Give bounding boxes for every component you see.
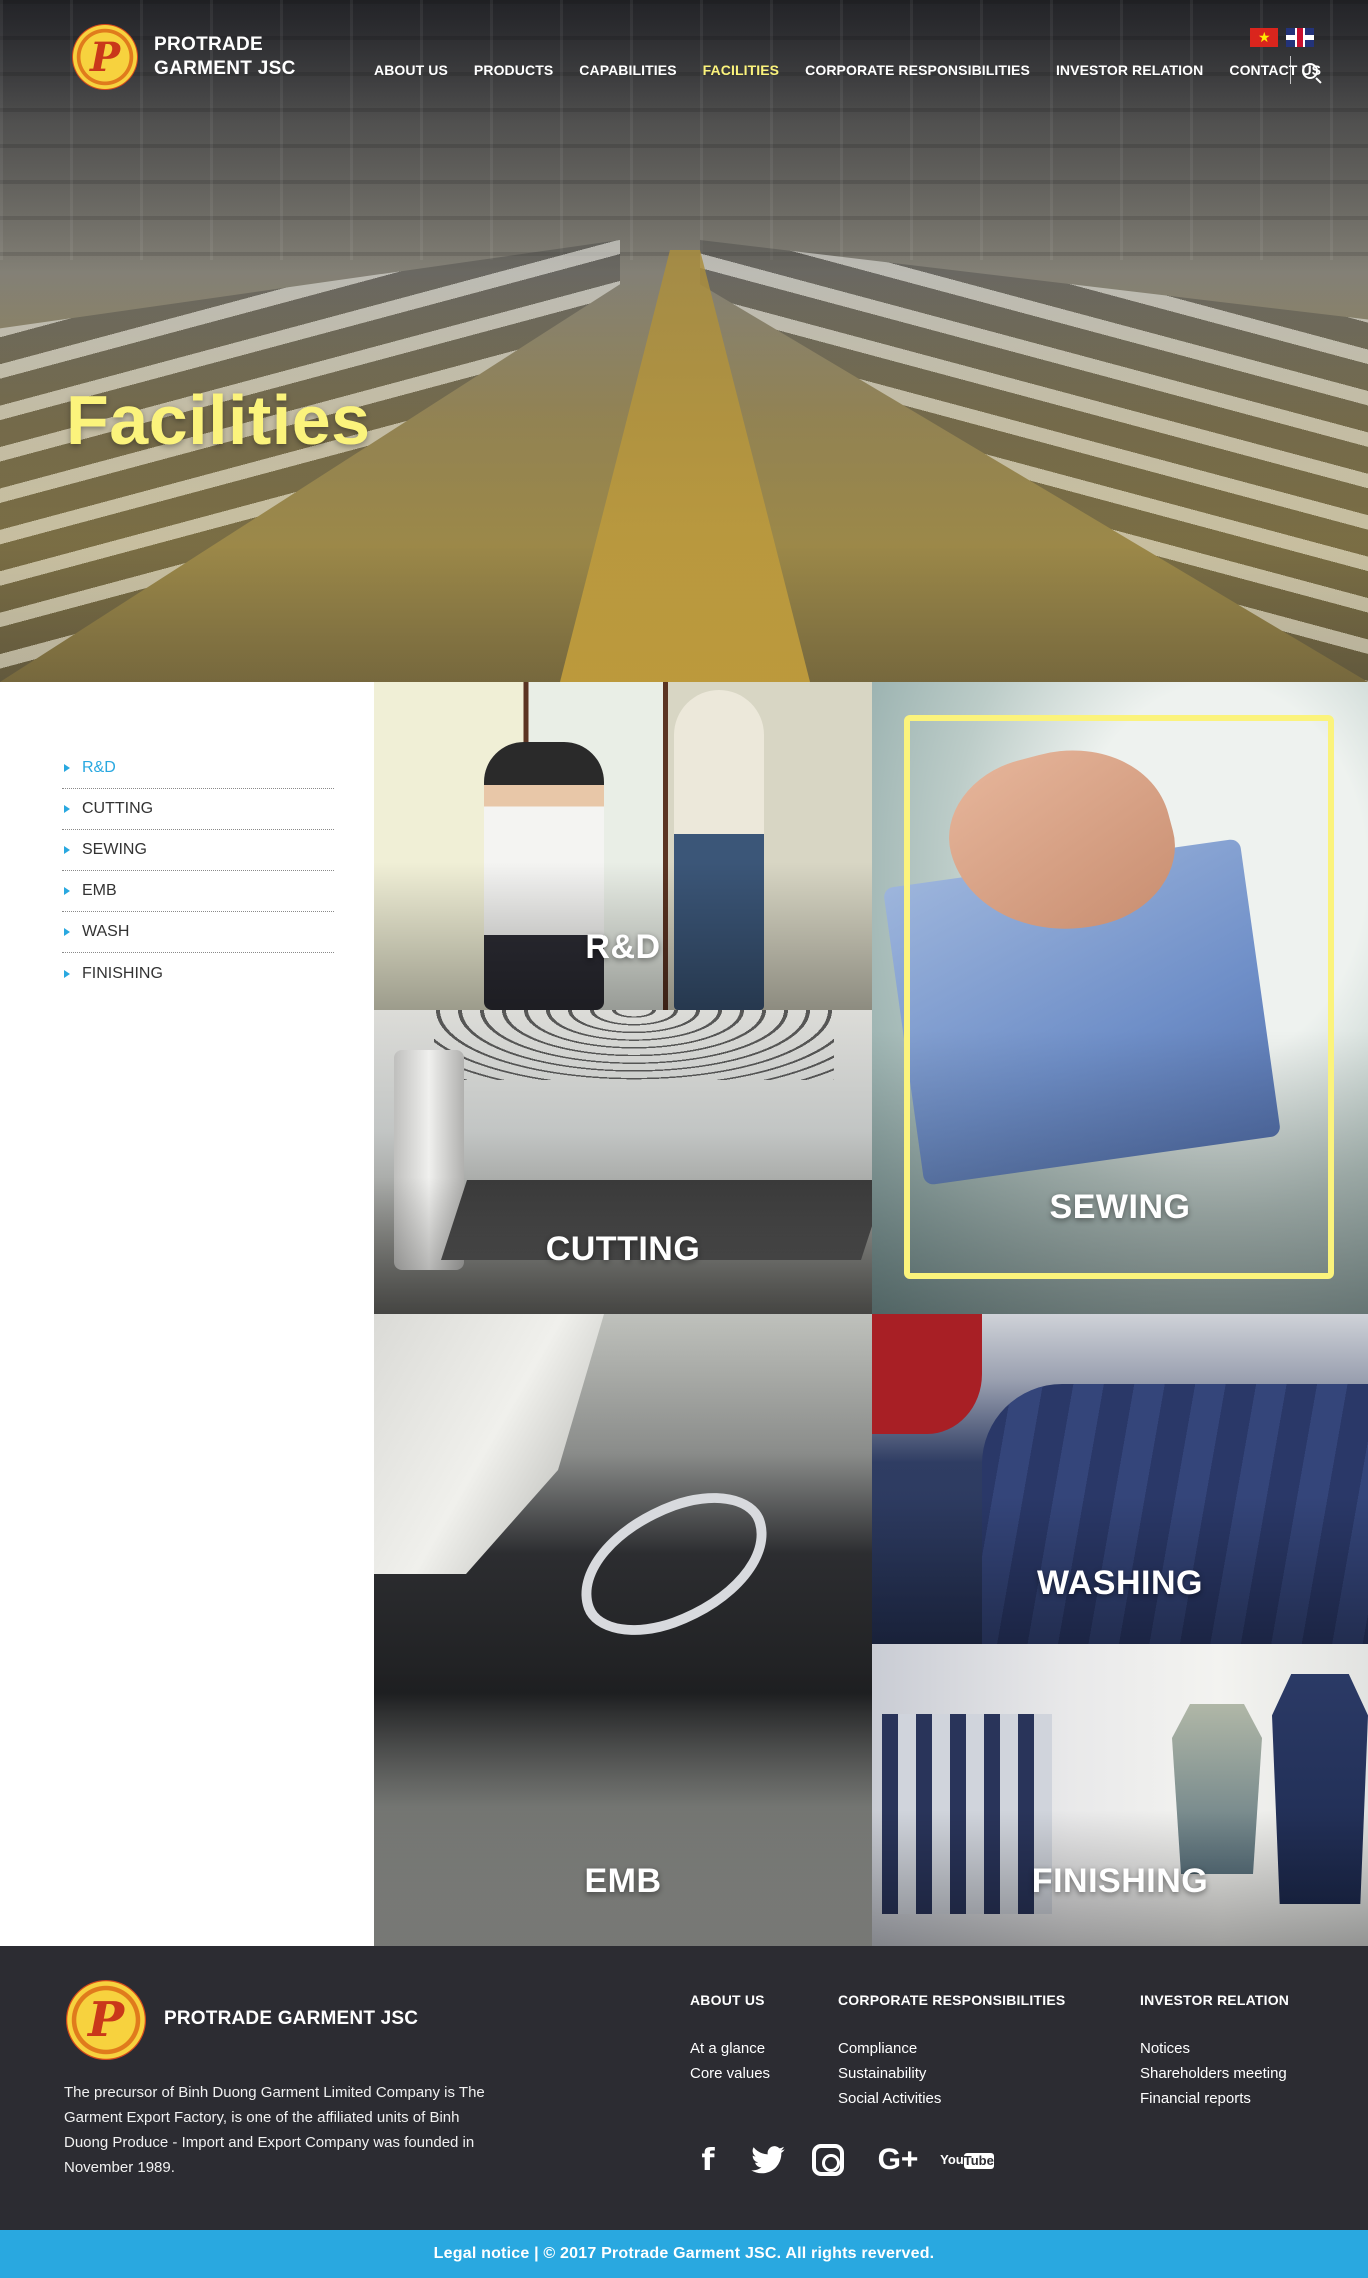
sidebar-item-label: CUTTING xyxy=(82,800,154,817)
facility-tile-cutting[interactable]: CUTTING xyxy=(374,1010,872,1314)
footer-link-social-activities[interactable]: Social Activities xyxy=(838,2086,1065,2111)
sidebar-item-label: FINISHING xyxy=(82,964,163,982)
nav-about-us[interactable]: ABOUT US xyxy=(374,62,448,78)
footer-link-core-values[interactable]: Core values xyxy=(690,2061,770,2086)
facility-tile-sewing[interactable]: SEWING xyxy=(872,682,1368,1314)
triangle-bullet-icon xyxy=(64,969,70,978)
factory-workstations-left-image xyxy=(0,240,620,682)
sidebar-item-cutting[interactable]: CUTTING xyxy=(62,789,334,830)
footer-column-about-us: ABOUT US At a glance Core values xyxy=(690,1992,770,2086)
social-links: f G+ You Tube xyxy=(690,2140,994,2180)
sidebar-item-wash[interactable]: WASH xyxy=(62,912,334,953)
footer-column-title: INVESTOR RELATION xyxy=(1140,1992,1290,2008)
brand-name[interactable]: PROTRADE GARMENT JSC xyxy=(154,33,296,81)
brand-line-1: PROTRADE xyxy=(154,34,264,55)
facility-tile-rd[interactable]: R&D xyxy=(374,682,872,1010)
sidebar-item-finishing[interactable]: FINISHING xyxy=(62,953,334,994)
facility-tile-finishing[interactable]: FINISHING xyxy=(872,1644,1368,1946)
brand-line-2: GARMENT JSC xyxy=(154,58,296,79)
footer-link-at-a-glance[interactable]: At a glance xyxy=(690,2036,770,2061)
footer-column-corporate-responsibilities: CORPORATE RESPONSIBILITIES Compliance Su… xyxy=(838,1992,1065,2111)
cutting-hoses-photo xyxy=(434,1010,834,1080)
site-footer: PROTRADE GARMENT JSC The precursor of Bi… xyxy=(0,1946,1368,2230)
tile-label: R&D xyxy=(585,928,661,966)
tile-label: CUTTING xyxy=(545,1230,701,1268)
tile-label: WASHING xyxy=(1037,1564,1203,1602)
company-logo-icon[interactable] xyxy=(72,24,138,90)
sidebar-item-rd[interactable]: R&D xyxy=(62,748,334,789)
tile-shade xyxy=(374,1661,872,1946)
sidebar-item-label: R&D xyxy=(82,759,116,776)
sidebar-item-label: WASH xyxy=(82,923,130,940)
footer-link-financial-reports[interactable]: Financial reports xyxy=(1140,2086,1289,2111)
vietnam-flag-icon[interactable] xyxy=(1250,28,1278,47)
triangle-bullet-icon xyxy=(64,805,70,813)
uk-flag-icon[interactable] xyxy=(1286,28,1314,47)
sidebar-item-label: EMB xyxy=(82,882,117,899)
facebook-icon[interactable]: f xyxy=(690,2140,726,2180)
site-header: PROTRADE GARMENT JSC ABOUT US PRODUCTS C… xyxy=(0,0,1368,110)
company-logo-icon[interactable] xyxy=(66,1980,146,2060)
sidebar-item-sewing[interactable]: SEWING xyxy=(62,830,334,871)
embroidery-machine-photo xyxy=(374,1314,604,1574)
footer-brand-name: PROTRADE GARMENT JSC xyxy=(164,2008,419,2029)
instagram-icon[interactable] xyxy=(810,2140,846,2180)
footer-link-shareholders-meeting[interactable]: Shareholders meeting xyxy=(1140,2061,1289,2086)
nav-divider xyxy=(1290,56,1291,84)
nav-capabilities[interactable]: CAPABILITIES xyxy=(579,62,676,78)
page-title: Facilities xyxy=(66,381,371,459)
sidebar-item-emb[interactable]: EMB xyxy=(62,871,334,912)
twitter-bird-glyph xyxy=(751,2146,785,2174)
embroidery-pattern-photo xyxy=(559,1473,789,1655)
youtube-text-bottom: Tube xyxy=(963,2153,994,2169)
footer-column-title: ABOUT US xyxy=(690,1992,765,2008)
twitter-icon[interactable] xyxy=(750,2140,786,2180)
footer-link-compliance[interactable]: Compliance xyxy=(838,2036,1065,2061)
facility-tile-emb[interactable]: EMB xyxy=(374,1314,872,1946)
tile-label: EMB xyxy=(584,1862,662,1900)
facility-tile-washing[interactable]: WASHING xyxy=(872,1314,1368,1644)
nav-corporate-responsibilities[interactable]: CORPORATE RESPONSIBILITIES xyxy=(805,62,1030,78)
youtube-text-top: You xyxy=(940,2152,964,2167)
instagram-glyph xyxy=(812,2144,844,2176)
tile-label: SEWING xyxy=(1049,1188,1191,1226)
triangle-bullet-icon xyxy=(64,928,70,936)
search-icon[interactable] xyxy=(1302,63,1318,79)
language-switcher xyxy=(1250,28,1314,47)
youtube-icon[interactable]: You Tube xyxy=(940,2140,994,2180)
worker-sleeve-photo xyxy=(872,1314,982,1434)
tile-label: FINISHING xyxy=(1031,1862,1209,1900)
sidebar-item-label: SEWING xyxy=(82,841,147,858)
nav-products[interactable]: PRODUCTS xyxy=(474,62,553,78)
footer-link-sustainability[interactable]: Sustainability xyxy=(838,2061,1065,2086)
factory-workstations-right-image xyxy=(700,240,1368,682)
google-plus-icon[interactable]: G+ xyxy=(870,2140,926,2180)
triangle-bullet-icon xyxy=(64,846,70,854)
nav-investor-relation[interactable]: INVESTOR RELATION xyxy=(1056,62,1203,78)
footer-column-investor-relation: INVESTOR RELATION Notices Shareholders m… xyxy=(1140,1992,1289,2111)
footer-description: The precursor of Binh Duong Garment Limi… xyxy=(64,2084,485,2176)
main-nav: ABOUT US PRODUCTS CAPABILITIES FACILITIE… xyxy=(374,62,1347,78)
legal-bar[interactable]: Legal notice | © 2017 Protrade Garment J… xyxy=(0,2230,1368,2278)
triangle-bullet-icon xyxy=(64,887,70,895)
triangle-bullet-icon xyxy=(64,764,70,772)
footer-link-notices[interactable]: Notices xyxy=(1140,2036,1289,2061)
footer-column-title: CORPORATE RESPONSIBILITIES xyxy=(838,1992,1066,2008)
facilities-sidebar: R&D CUTTING SEWING EMB WASH FINISHING xyxy=(62,748,334,994)
nav-facilities[interactable]: FACILITIES xyxy=(703,62,779,78)
